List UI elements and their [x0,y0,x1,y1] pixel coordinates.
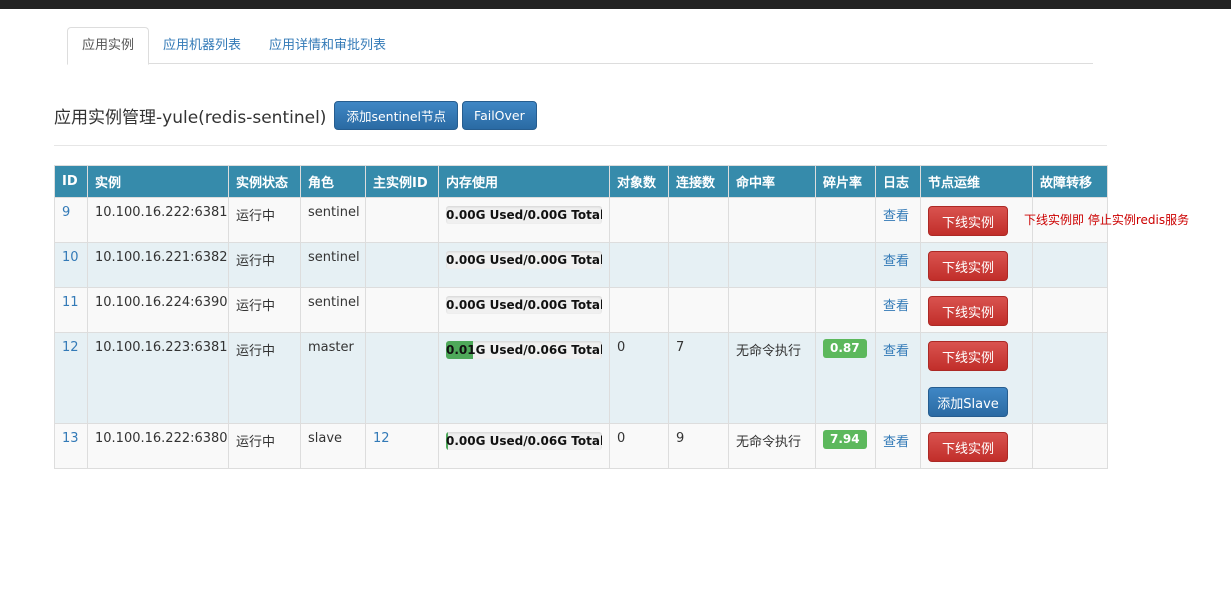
table-row: 12 10.100.16.223:6381 运行中 master 0.01G U… [54,332,1108,424]
hit-rate [728,197,816,243]
instance-status: 运行中 [228,332,301,424]
hit-rate: 无命令执行 [728,332,816,424]
fragmentation-badge: 0.87 [823,339,867,358]
memory-usage-bar: 0.00G Used/0.06G Total [446,432,602,450]
page-title: 应用实例管理-yule(redis-sentinel) [54,107,327,128]
instance-role: sentinel [300,287,366,333]
col-header-instance[interactable]: 实例 [87,165,229,198]
instance-id-link[interactable]: 10 [62,250,79,265]
instance-role: master [300,332,366,424]
instance-address: 10.100.16.224:6390 [87,287,229,333]
offline-hint-text: 下线实例即 停止实例redis服务 [1024,213,1190,227]
connection-count: 9 [668,423,729,469]
offline-instance-button[interactable]: 下线实例 [928,251,1008,281]
col-header-hit-rate[interactable]: 命中率 [728,165,816,198]
view-log-link[interactable]: 查看 [883,254,909,269]
instance-status: 运行中 [228,197,301,243]
col-header-objects[interactable]: 对象数 [609,165,669,198]
col-header-memory[interactable]: 内存使用 [438,165,610,198]
instance-status: 运行中 [228,287,301,333]
view-log-link[interactable]: 查看 [883,209,909,224]
hit-rate [728,242,816,288]
view-log-link[interactable]: 查看 [883,435,909,450]
add-sentinel-button[interactable]: 添加sentinel节点 [334,100,459,130]
table-row: 9 10.100.16.222:6381 运行中 sentinel 0.00G … [54,197,1108,243]
memory-usage-bar: 0.00G Used/0.00G Total [446,296,602,314]
memory-usage-text: 0.01G Used/0.06G Total [446,343,602,357]
offline-instance-button[interactable]: 下线实例 [928,296,1008,326]
memory-usage-text: 0.00G Used/0.00G Total [446,298,602,312]
object-count [609,197,669,243]
view-log-link[interactable]: 查看 [883,299,909,314]
instance-id-link[interactable]: 12 [62,340,79,355]
memory-usage-text: 0.00G Used/0.06G Total [446,434,602,448]
col-header-fragmentation[interactable]: 碎片率 [815,165,876,198]
col-header-master-id[interactable]: 主实例ID [365,165,439,198]
tab-app-machines[interactable]: 应用机器列表 [148,27,256,64]
connection-count: 7 [668,332,729,424]
instance-table: ID 实例 实例状态 角色 主实例ID 内存使用 对象数 连接数 命中率 碎片率… [54,165,1108,469]
col-header-role[interactable]: 角色 [300,165,366,198]
instance-id-link[interactable]: 13 [62,431,79,446]
divider [54,145,1107,146]
col-header-id[interactable]: ID [54,165,88,198]
failover-button[interactable]: FailOver [462,100,537,130]
instance-address: 10.100.16.222:6380 [87,423,229,469]
instance-status: 运行中 [228,423,301,469]
memory-usage-bar: 0.01G Used/0.06G Total [446,341,602,359]
col-header-failover[interactable]: 故障转移 [1032,165,1108,198]
add-slave-button[interactable]: 添加Slave [928,387,1008,417]
table-row: 11 10.100.16.224:6390 运行中 sentinel 0.00G… [54,287,1108,333]
connection-count [668,197,729,243]
instance-status: 运行中 [228,242,301,288]
tab-bar: 应用实例 应用机器列表 应用详情和审批列表 [67,27,1093,65]
instance-id-link[interactable]: 11 [62,295,79,310]
memory-usage-text: 0.00G Used/0.00G Total [446,208,602,222]
tab-app-instances[interactable]: 应用实例 [67,27,150,65]
fragmentation-badge: 7.94 [823,430,867,449]
object-count [609,287,669,333]
object-count: 0 [609,332,669,424]
memory-usage-bar: 0.00G Used/0.00G Total [446,251,602,269]
offline-instance-button[interactable]: 下线实例 [928,341,1008,371]
master-id-link[interactable]: 12 [373,431,390,446]
instance-id-link[interactable]: 9 [62,205,70,220]
connection-count [668,242,729,288]
view-log-link[interactable]: 查看 [883,344,909,359]
hit-rate: 无命令执行 [728,423,816,469]
object-count [609,242,669,288]
object-count: 0 [609,423,669,469]
memory-usage-text: 0.00G Used/0.00G Total [446,253,602,267]
memory-usage-bar: 0.00G Used/0.00G Total [446,206,602,224]
instance-role: slave [300,423,366,469]
table-header-row: ID 实例 实例状态 角色 主实例ID 内存使用 对象数 连接数 命中率 碎片率… [54,165,1108,198]
instance-address: 10.100.16.222:6381 [87,197,229,243]
tab-app-details-approvals[interactable]: 应用详情和审批列表 [254,27,401,64]
instance-role: sentinel [300,242,366,288]
table-row: 10 10.100.16.221:6382 运行中 sentinel 0.00G… [54,242,1108,288]
instance-role: sentinel [300,197,366,243]
col-header-log[interactable]: 日志 [875,165,921,198]
instance-address: 10.100.16.223:6381 [87,332,229,424]
top-navbar [0,0,1231,9]
offline-instance-button[interactable]: 下线实例 [928,206,1008,236]
offline-instance-button[interactable]: 下线实例 [928,432,1008,462]
hit-rate [728,287,816,333]
col-header-connections[interactable]: 连接数 [668,165,729,198]
col-header-node-ops[interactable]: 节点运维 [920,165,1033,198]
table-row: 13 10.100.16.222:6380 运行中 slave 12 0.00G… [54,423,1108,469]
page-header: 应用实例管理-yule(redis-sentinel) 添加sentinel节点… [54,100,537,130]
col-header-status[interactable]: 实例状态 [228,165,301,198]
connection-count [668,287,729,333]
instance-address: 10.100.16.221:6382 [87,242,229,288]
